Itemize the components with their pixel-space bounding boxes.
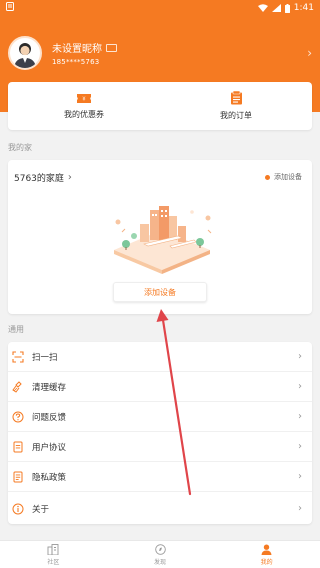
chevron-right-icon: ›	[298, 441, 302, 452]
menu-item-about[interactable]: 关于 ›	[8, 494, 312, 524]
my-orders-label: 我的订单	[220, 111, 252, 120]
bottom-nav: 社区 发现 我的	[0, 540, 320, 568]
phone-number: 185****5763	[52, 58, 100, 66]
home-section-title: 我的家	[8, 143, 32, 152]
nav-label-community: 社区	[47, 558, 60, 566]
my-coupons-label: 我的优惠券	[64, 109, 104, 119]
add-device-button[interactable]: 添加设备	[113, 282, 207, 302]
svg-text:¥: ¥	[82, 96, 85, 102]
add-dot-icon	[265, 174, 270, 180]
chevron-right-icon: ›	[298, 381, 302, 392]
my-coupons-button[interactable]: ¥ 我的优惠券	[8, 82, 160, 130]
add-device-link[interactable]: 添加设备	[265, 172, 302, 182]
my-orders-button[interactable]: 我的订单	[160, 82, 312, 130]
menu-label: 清理缓存	[32, 382, 67, 393]
home-card: 5763的家庭 › 添加设备 添加设备	[8, 160, 312, 314]
nav-label-discover: 发现	[154, 558, 167, 566]
privacy-icon	[12, 471, 24, 483]
nav-label-mine: 我的	[260, 558, 273, 566]
empty-home-illustration	[104, 200, 220, 278]
community-icon	[47, 543, 59, 555]
home-selector[interactable]: 5763的家庭 ›	[14, 171, 72, 184]
info-icon	[12, 503, 24, 515]
nav-tab-community[interactable]: 社区	[0, 541, 107, 568]
chevron-right-icon: ›	[67, 172, 72, 183]
general-menu: 扫一扫 › 清理缓存 › 问题反馈 › 用户协议 › 隐私政策 › 关于 ›	[8, 342, 312, 524]
home-name: 5763的家庭	[14, 174, 64, 184]
menu-label: 关于	[32, 505, 50, 515]
chevron-right-icon: ›	[298, 351, 302, 362]
menu-label: 扫一扫	[32, 352, 58, 363]
signal-icon	[271, 4, 281, 12]
status-time: 1:41	[293, 3, 314, 13]
menu-label: 用户协议	[32, 442, 67, 453]
quick-actions-card: ¥ 我的优惠券 我的订单	[8, 82, 312, 130]
chevron-right-icon[interactable]: ›	[307, 46, 312, 60]
nickname: 未设置昵称	[52, 44, 102, 55]
menu-item-clear-cache[interactable]: 清理缓存 ›	[8, 372, 312, 402]
chevron-right-icon: ›	[298, 411, 302, 422]
edit-nickname-icon[interactable]	[106, 43, 117, 52]
status-bar: 1:41	[0, 0, 320, 16]
avatar[interactable]	[8, 36, 42, 70]
menu-item-feedback[interactable]: 问题反馈 ›	[8, 402, 312, 432]
chevron-right-icon: ›	[298, 471, 302, 482]
nav-tab-mine[interactable]: 我的	[213, 541, 320, 568]
nav-tab-discover[interactable]: 发现	[107, 541, 214, 568]
discover-icon	[154, 543, 166, 555]
notification-icon	[6, 2, 14, 14]
general-section-title: 通用	[8, 325, 24, 334]
menu-item-user-agreement[interactable]: 用户协议 ›	[8, 432, 312, 462]
wifi-icon	[257, 4, 268, 12]
broom-icon	[12, 380, 24, 393]
menu-item-scan[interactable]: 扫一扫 ›	[8, 342, 312, 372]
menu-item-privacy-policy[interactable]: 隐私政策 ›	[8, 462, 312, 492]
order-icon	[230, 91, 243, 105]
menu-label: 问题反馈	[32, 412, 67, 423]
question-icon	[12, 411, 24, 423]
add-device-link-label: 添加设备	[274, 173, 302, 181]
menu-label: 隐私政策	[32, 472, 67, 483]
coupon-icon: ¥	[76, 93, 92, 104]
battery-icon	[284, 3, 290, 13]
chevron-right-icon: ›	[298, 503, 302, 514]
scan-icon	[12, 350, 24, 363]
document-icon	[12, 441, 24, 453]
profile-icon	[261, 544, 272, 555]
